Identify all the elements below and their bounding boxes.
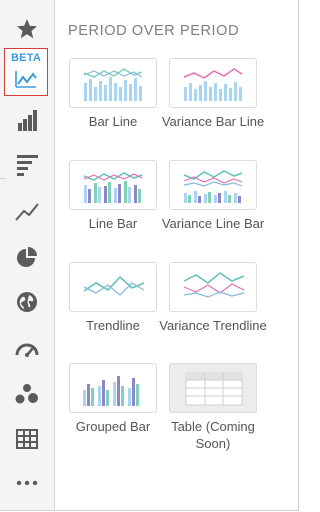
variance-trendline-chart-tile[interactable] bbox=[169, 262, 257, 312]
beta-chart-icon bbox=[15, 71, 37, 88]
variance-line-bar-chart-tile[interactable] bbox=[169, 160, 257, 210]
chart-category-rail: BETA bbox=[0, 0, 55, 510]
bar-line-chart-icon bbox=[83, 68, 143, 101]
trendline-chart-tile[interactable] bbox=[69, 262, 157, 312]
gauge-icon[interactable] bbox=[0, 325, 54, 371]
table-icon bbox=[185, 372, 243, 406]
variance-line-bar-chart-icon bbox=[183, 170, 243, 203]
bar-line-chart-tile[interactable] bbox=[69, 58, 157, 108]
variance-line-bar-label: Variance Line Bar bbox=[161, 216, 265, 231]
globe-icon[interactable] bbox=[0, 279, 54, 325]
beta-badge: BETA bbox=[11, 52, 41, 64]
line-bar-chart-tile[interactable] bbox=[69, 160, 157, 210]
more-icon[interactable] bbox=[0, 460, 54, 506]
variance-bar-line-label: Variance Bar Line bbox=[161, 114, 265, 129]
grouped-bar-chart-icon bbox=[83, 376, 139, 406]
beta-chart-category[interactable]: BETA bbox=[4, 48, 48, 96]
rail-divider bbox=[0, 178, 6, 179]
trendline-chart-icon bbox=[83, 275, 145, 296]
variance-bar-line-chart-icon bbox=[183, 68, 243, 101]
bar-chart-icon[interactable] bbox=[0, 97, 54, 143]
section-title: PERIOD OVER PERIOD bbox=[68, 23, 240, 39]
variance-bar-line-chart-tile[interactable] bbox=[169, 58, 257, 108]
line-bar-label: Line Bar bbox=[88, 216, 138, 231]
variance-trendline-label: Variance Trendline bbox=[159, 318, 267, 333]
table-grid-icon[interactable] bbox=[0, 416, 54, 462]
favorites-star-icon[interactable] bbox=[0, 6, 54, 52]
table-chart-tile bbox=[169, 363, 257, 413]
bubble-icon[interactable] bbox=[0, 371, 54, 417]
line-bar-chart-icon bbox=[83, 172, 143, 203]
grouped-bar-label: Grouped Bar bbox=[75, 419, 151, 434]
table-coming-soon-label: Table (Coming Soon) bbox=[171, 419, 255, 451]
variance-trendline-chart-icon bbox=[183, 272, 245, 298]
trendline-label: Trendline bbox=[86, 318, 140, 333]
line-chart-icon[interactable] bbox=[0, 189, 54, 235]
bar-line-label: Bar Line bbox=[88, 114, 138, 129]
horizontal-bar-icon[interactable] bbox=[0, 142, 54, 188]
grouped-bar-chart-tile[interactable] bbox=[69, 363, 157, 413]
pie-chart-icon[interactable] bbox=[0, 234, 54, 280]
chart-picker-panel: BETA PERIOD OVER PERIOD Bar Line Varianc… bbox=[0, 0, 299, 511]
